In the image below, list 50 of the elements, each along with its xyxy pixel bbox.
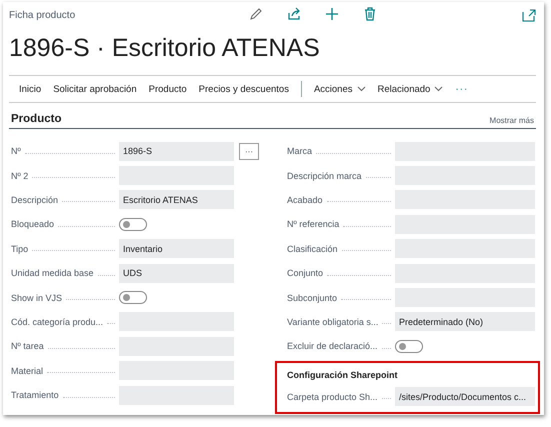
field-label: Clasificación [287,244,338,254]
action-button[interactable]: Inicio [13,80,48,98]
chevron-down-icon [434,86,444,92]
input-field[interactable]: UDS [119,264,234,283]
show-more-link[interactable]: Mostrar más [490,116,534,125]
share-icon[interactable] [287,7,301,21]
expand-icon[interactable] [522,8,536,22]
field-label: Bloqueado [11,219,54,230]
field-label: Tipo [11,244,28,254]
plus-icon[interactable] [325,7,339,21]
section-title: Producto [11,113,62,125]
field-label: Variante obligatoria s... [287,316,378,327]
field-label: Show in VJS [11,292,62,303]
toggle-switch[interactable] [395,340,423,353]
menu-button[interactable]: Relacionado [372,80,450,98]
field-label: Nº [11,146,21,156]
field-label: Conjunto [287,268,324,278]
group-title: Configuración Sharepoint [286,368,399,382]
page-caption: Ficha producto [9,10,76,20]
more-button[interactable]: ··· [449,80,474,98]
field-label: Nº tarea [11,341,44,352]
field-label: Nº 2 [11,170,28,181]
action-button[interactable]: Precios y descuentos [192,80,295,98]
input-field[interactable]: Escritorio ATENAS [119,190,234,210]
field-label: Descripción [11,194,58,205]
field-label: Material [11,366,44,376]
field-label: Tratamiento [11,390,59,400]
field-label: Carpeta producto Sh... [287,392,378,402]
menu-button[interactable]: Acciones [308,80,372,98]
toggle-switch[interactable] [119,218,147,231]
action-button[interactable]: Producto [142,80,193,98]
field-label: Cód. categoría produ... [11,316,104,327]
field-label: Marca [287,146,312,156]
field-label: Nº referencia [287,219,340,230]
trash-icon[interactable] [363,7,377,21]
input-field[interactable]: Predeterminado (No) [395,312,535,332]
input-field[interactable]: /sites/Producto/Documentos c... [395,387,535,406]
field-label: Unidad medida base [11,268,94,278]
field-label: Excluir de declaració... [287,341,378,352]
field-label: Acabado [287,194,323,205]
field-label: Descripción marca [287,170,362,181]
input-field[interactable]: 1896-S [119,142,234,161]
lookup-button[interactable]: ··· [239,142,259,160]
field-label: Subconjunto [287,292,338,303]
page-title: 1896-S · Escritorio ATENAS [9,34,320,63]
chevron-down-icon [356,86,366,92]
toggle-switch[interactable] [119,291,147,304]
input-field[interactable]: Inventario [119,239,234,258]
action-button[interactable]: Solicitar aprobación [47,80,143,98]
pencil-icon[interactable] [249,7,263,21]
